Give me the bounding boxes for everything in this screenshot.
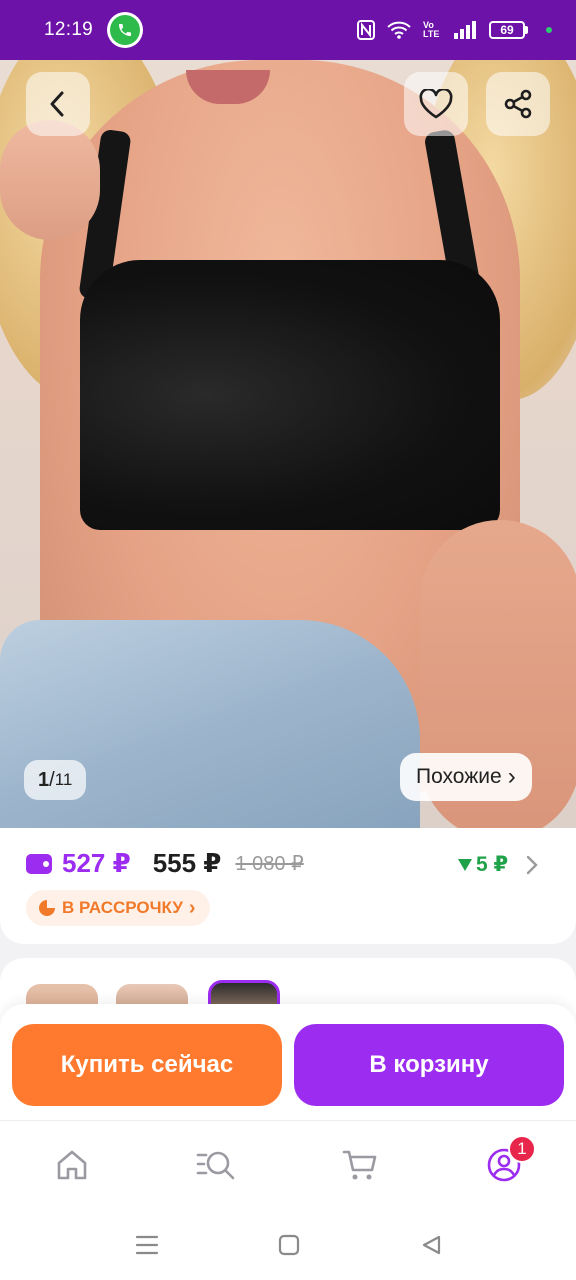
image-counter-current: 1 (38, 768, 50, 791)
buy-now-button[interactable]: Купить сейчас (12, 1024, 282, 1106)
chevron-right-icon: › (507, 763, 516, 790)
nav-cart[interactable] (338, 1143, 382, 1187)
square-icon (278, 1234, 300, 1256)
system-back-button[interactable] (418, 1232, 444, 1258)
recent-apps-button[interactable] (134, 1232, 160, 1258)
status-icons: Vo LTE 69 (357, 20, 552, 40)
profile-badge: 1 (508, 1135, 536, 1163)
share-icon (504, 89, 532, 119)
share-button[interactable] (486, 72, 550, 136)
system-navigation (0, 1210, 576, 1280)
system-home-button[interactable] (276, 1232, 302, 1258)
wallet-price: 527 ₽ (62, 848, 131, 878)
image-counter-total: 11 (54, 770, 73, 789)
installment-button[interactable]: В РАССРОЧКУ › (26, 890, 210, 926)
back-arrow-icon (50, 91, 64, 117)
price-card: 527 ₽ 555 ₽ 1 080 ₽ 5 ₽ В РАССРОЧКУ › (0, 828, 576, 944)
wallet-icon (26, 853, 52, 874)
wifi-icon (387, 21, 411, 39)
catalog-search-icon (196, 1151, 235, 1180)
old-price: 1 080 ₽ (235, 853, 304, 875)
status-bar: 12:19 Vo LTE 69 (0, 0, 576, 60)
action-bar: Купить сейчас В корзину (0, 1004, 576, 1120)
chevron-right-icon: › (188, 896, 196, 919)
similar-products-button[interactable]: Похожие › (400, 753, 532, 801)
photo-hand (0, 120, 100, 240)
phone-icon (110, 15, 141, 45)
add-to-cart-button[interactable]: В корзину (294, 1024, 564, 1106)
nav-profile[interactable]: 1 (482, 1135, 536, 1187)
back-button[interactable] (26, 72, 90, 136)
photo-product (80, 260, 500, 530)
installment-label: В РАССРОЧКУ (62, 898, 183, 917)
bonus-points[interactable]: 5 ₽ (458, 852, 538, 877)
nav-home[interactable] (50, 1143, 94, 1187)
image-counter: 1 / 11 (24, 760, 87, 800)
triangle-back-icon (422, 1235, 441, 1255)
volte-label: Vo LTE (423, 20, 440, 39)
pie-icon (39, 900, 55, 916)
favorite-button[interactable] (404, 72, 468, 136)
product-image-gallery[interactable] (0, 60, 576, 828)
battery-icon: 69 (489, 21, 528, 39)
triangle-down-icon (458, 858, 472, 871)
cart-icon (342, 1150, 377, 1180)
nfc-icon (357, 20, 375, 40)
bonus-value: 5 ₽ (476, 853, 509, 876)
signal-icon (453, 21, 477, 39)
notification-dot (546, 27, 552, 33)
chevron-right-icon (526, 855, 538, 874)
bottom-navigation: 1 (0, 1120, 576, 1210)
ongoing-call-indicator[interactable] (107, 12, 144, 48)
heart-icon (419, 89, 453, 119)
price-row: 527 ₽ 555 ₽ 1 080 ₽ (26, 848, 304, 879)
battery-level: 69 (489, 21, 525, 39)
current-price: 555 ₽ (152, 848, 222, 878)
nav-catalog[interactable] (194, 1143, 238, 1187)
home-icon (57, 1150, 87, 1180)
menu-icon (135, 1235, 159, 1255)
similar-label: Похожие (416, 765, 502, 788)
status-time: 12:19 (44, 19, 94, 40)
